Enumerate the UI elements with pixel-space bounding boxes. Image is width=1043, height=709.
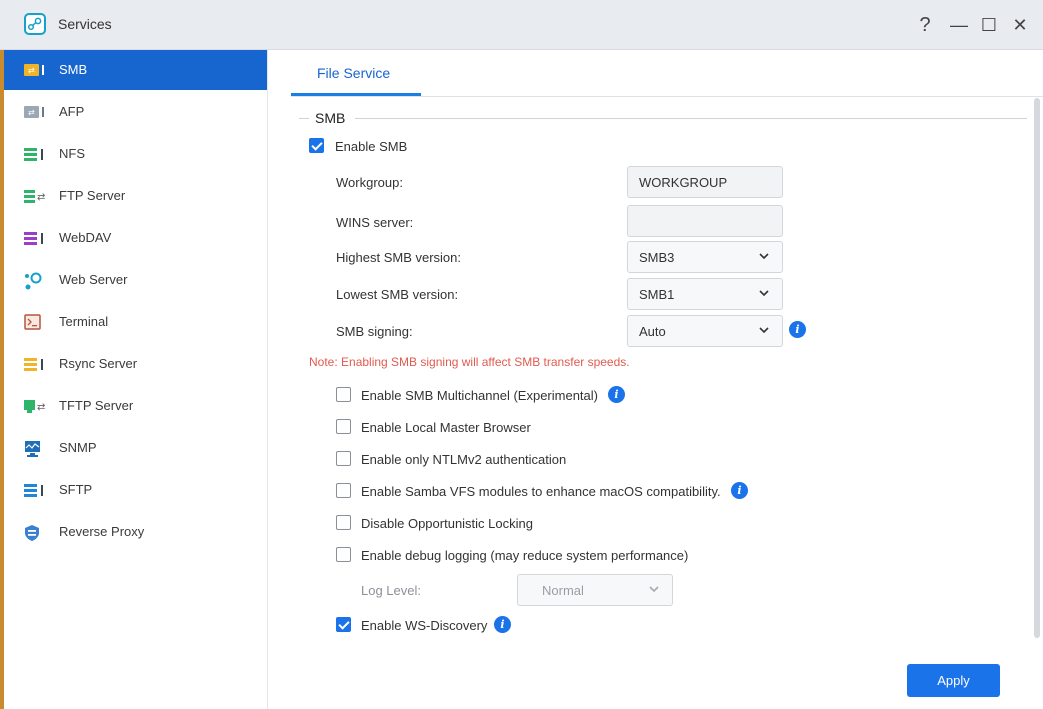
enable-smb-label: Enable SMB [335,139,408,154]
svg-text:⇄: ⇄ [37,192,45,203]
select-value: Normal [542,583,584,598]
section-divider [299,118,309,119]
services-app-icon [24,13,46,35]
snmp-icon [24,440,48,457]
scrollbar[interactable] [1034,98,1040,638]
smb-icon: ⇄ [24,62,48,78]
wins-server-input[interactable] [627,205,783,237]
sidebar-item-terminal[interactable]: Terminal [0,302,267,342]
workgroup-label: Workgroup: [336,175,403,190]
minimize-icon[interactable]: — [946,12,972,38]
tftp-icon: ⇄ [24,398,48,414]
log-level-select[interactable]: Normal [517,574,673,606]
window-title: Services [58,16,112,32]
sidebar-item-rsync-server[interactable]: Rsync Server [0,344,267,384]
tab-file-service[interactable]: File Service [291,50,421,96]
svg-text:⇄: ⇄ [37,402,45,413]
maximize-icon[interactable]: ☐ [976,12,1002,38]
sidebar-item-afp[interactable]: ⇄ AFP [0,92,267,132]
smb-multichannel-info-icon[interactable]: i [608,386,625,403]
samba-vfs-checkbox[interactable] [336,483,351,498]
log-level-label: Log Level: [361,583,421,598]
ntlmv2-auth-label: Enable only NTLMv2 authentication [361,452,567,467]
sidebar-item-label: TFTP Server [59,398,134,413]
chevron-down-icon [759,253,769,260]
sftp-icon [24,482,48,498]
select-value: Auto [639,324,666,339]
title-bar: Services ? — ☐ ✕ [0,0,1043,50]
reverse-proxy-icon [24,524,48,541]
select-value: SMB1 [639,287,675,302]
sidebar-item-label: Terminal [59,314,109,329]
smb-multichannel-checkbox[interactable] [336,387,351,402]
smb-signing-label: SMB signing: [336,324,413,339]
debug-logging-label: Enable debug logging (may reduce system … [361,548,689,563]
sidebar-item-tftp-server[interactable]: ⇄ TFTP Server [0,386,267,426]
sidebar-item-label: AFP [59,104,85,119]
wins-server-label: WINS server: [336,215,414,230]
sidebar-item-label: SMB [59,62,88,77]
main-content: File Service SMB Enable SMB Workgroup: W… [269,50,1043,709]
terminal-icon [24,314,48,330]
ws-discovery-info-icon[interactable]: i [494,616,511,633]
sidebar-item-label: SFTP [59,482,93,497]
sidebar-item-label: Rsync Server [59,356,138,371]
ftp-icon: ⇄ [24,188,48,204]
lowest-smb-version-label: Lowest SMB version: [336,287,459,302]
debug-logging-checkbox[interactable] [336,547,351,562]
local-master-browser-label: Enable Local Master Browser [361,420,531,435]
sidebar-item-label: Web Server [59,272,128,287]
smb-signing-info-icon[interactable]: i [789,321,806,338]
ws-discovery-checkbox[interactable] [336,617,351,632]
svg-text:⇄: ⇄ [28,66,35,75]
svg-text:⇄: ⇄ [28,108,35,117]
smb-multichannel-label: Enable SMB Multichannel (Experimental) [361,388,598,403]
sidebar-item-sftp[interactable]: SFTP [0,470,267,510]
close-icon[interactable]: ✕ [1007,12,1033,38]
web-server-icon [24,272,48,290]
chevron-down-icon [649,586,659,593]
sidebar-item-nfs[interactable]: NFS [0,134,267,174]
sidebar-item-ftp-server[interactable]: ⇄ FTP Server [0,176,267,216]
apply-button[interactable]: Apply [907,664,1000,697]
samba-vfs-label: Enable Samba VFS modules to enhance macO… [361,484,721,499]
sidebar-item-smb[interactable]: ⇄ SMB [0,50,267,90]
webdav-icon [24,230,48,246]
highest-smb-version-select[interactable]: SMB3 [627,241,783,273]
opportunistic-locking-checkbox[interactable] [336,515,351,530]
sidebar-item-reverse-proxy[interactable]: Reverse Proxy [0,512,267,552]
sidebar-item-label: FTP Server [59,188,126,203]
ntlmv2-auth-checkbox[interactable] [336,451,351,466]
rsync-icon [24,356,48,372]
section-divider [355,118,1027,119]
sidebar-item-web-server[interactable]: Web Server [0,260,267,300]
nfs-icon [24,146,48,162]
lowest-smb-version-select[interactable]: SMB1 [627,278,783,310]
sidebar-item-label: NFS [59,146,85,161]
ws-discovery-label: Enable WS-Discovery [361,618,488,633]
select-value: SMB3 [639,250,675,265]
smb-signing-note: Note: Enabling SMB signing will affect S… [309,355,630,369]
sidebar-item-snmp[interactable]: SNMP [0,428,267,468]
sidebar-item-label: SNMP [59,440,97,455]
afp-icon: ⇄ [24,104,48,120]
sidebar: ⇄ SMB ⇄ AFP NFS ⇄ FTP Server WebDAV Web … [0,50,268,709]
tab-label: File Service [317,65,391,81]
local-master-browser-checkbox[interactable] [336,419,351,434]
tab-divider [291,96,1043,97]
help-icon[interactable]: ? [912,12,938,38]
highest-smb-version-label: Highest SMB version: [336,250,461,265]
enable-smb-checkbox[interactable] [309,138,324,153]
sidebar-item-webdav[interactable]: WebDAV [0,218,267,258]
chevron-down-icon [759,327,769,334]
window-left-edge [0,50,4,709]
opportunistic-locking-label: Disable Opportunistic Locking [361,516,533,531]
sidebar-item-label: Reverse Proxy [59,524,145,539]
chevron-down-icon [759,290,769,297]
sidebar-item-label: WebDAV [59,230,112,245]
workgroup-input[interactable]: WORKGROUP [627,166,783,198]
smb-signing-select[interactable]: Auto [627,315,783,347]
samba-vfs-info-icon[interactable]: i [731,482,748,499]
section-title: SMB [315,110,346,126]
